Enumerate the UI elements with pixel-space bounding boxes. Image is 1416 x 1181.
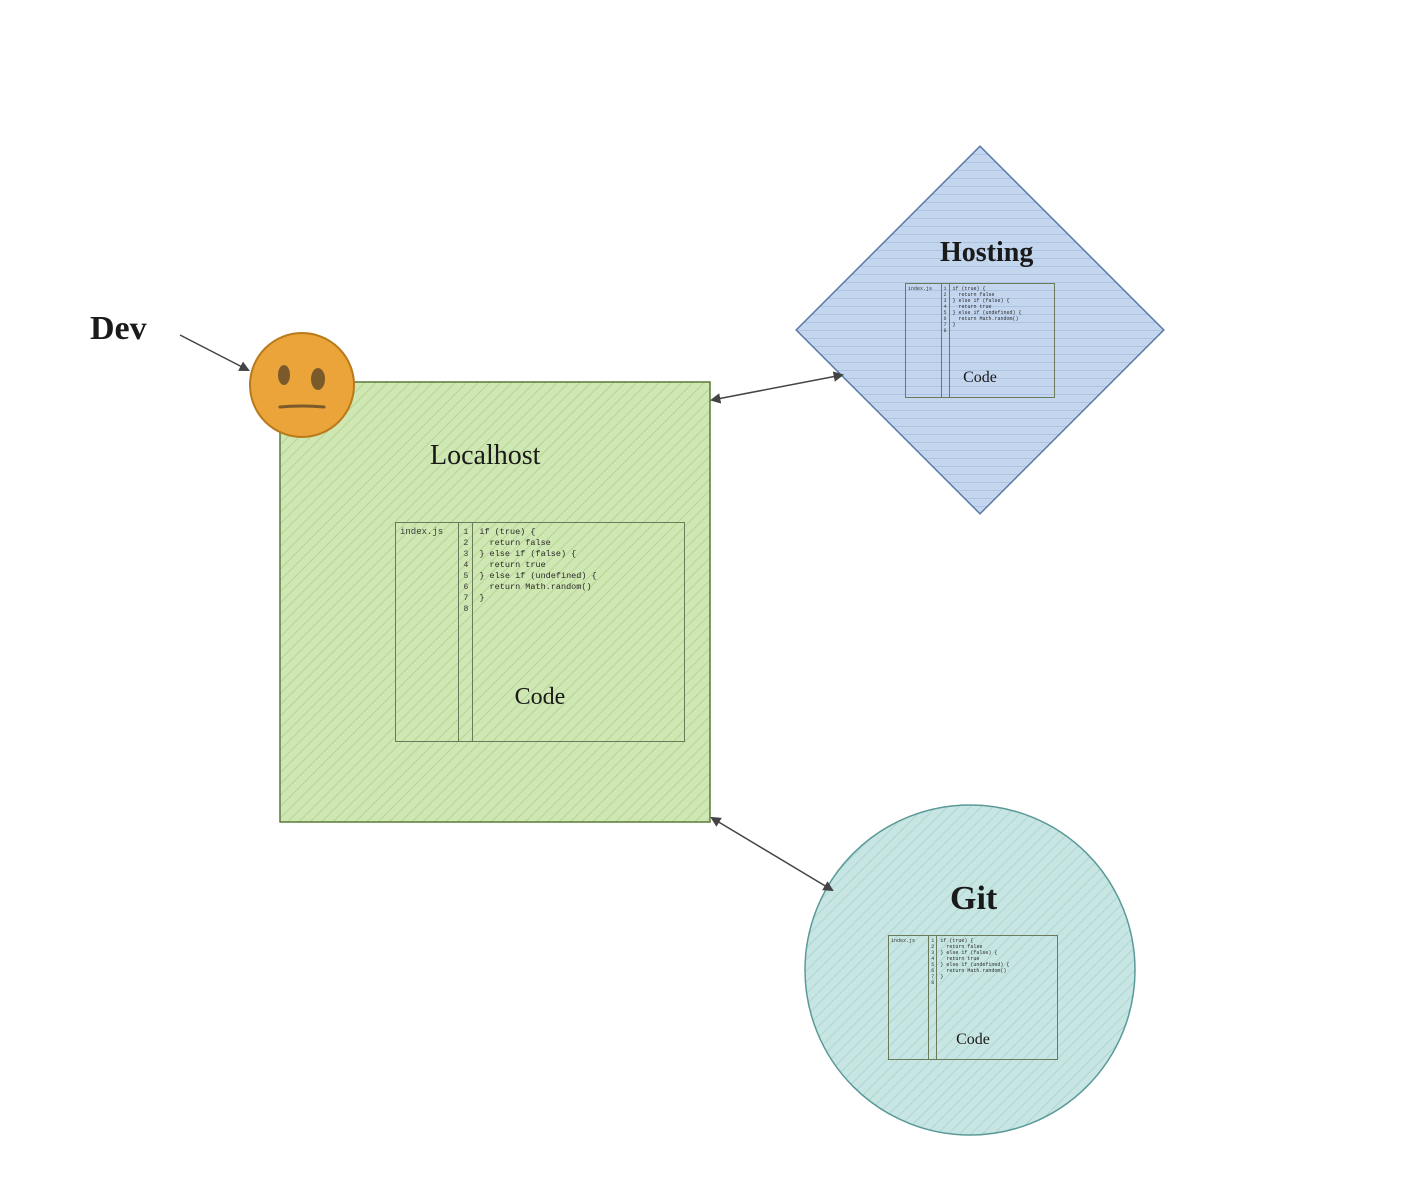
code-content: if (true) { return false } else if (fals… xyxy=(473,523,684,741)
diagram-svg xyxy=(0,0,1416,1176)
diagram-canvas: Dev Localhost Hosting Git index.js 1 2 3… xyxy=(0,0,1416,1176)
arrow-dev-to-face xyxy=(180,335,248,370)
code-caption: Code xyxy=(963,369,997,387)
code-card-hosting: index.js 1 2 3 4 5 6 7 8 if (true) { ret… xyxy=(905,283,1055,398)
hosting-label: Hosting xyxy=(940,237,1033,269)
code-caption: Code xyxy=(956,1031,990,1049)
code-line-numbers: 1 2 3 4 5 6 7 8 xyxy=(942,284,950,397)
code-line-numbers: 1 2 3 4 5 6 7 8 xyxy=(459,523,473,741)
code-filename: index.js xyxy=(889,936,929,1059)
dev-face-icon xyxy=(250,333,354,437)
code-caption: Code xyxy=(515,684,566,711)
localhost-label: Localhost xyxy=(430,440,540,472)
code-card-localhost: index.js 1 2 3 4 5 6 7 8 if (true) { ret… xyxy=(395,522,685,742)
arrow-localhost-git xyxy=(712,818,832,890)
git-label: Git xyxy=(950,880,997,918)
dev-label: Dev xyxy=(90,310,147,348)
code-filename: index.js xyxy=(396,523,459,741)
arrow-localhost-hosting xyxy=(712,375,842,400)
code-filename: index.js xyxy=(906,284,942,397)
code-card-git: index.js 1 2 3 4 5 6 7 8 if (true) { ret… xyxy=(888,935,1058,1060)
code-line-numbers: 1 2 3 4 5 6 7 8 xyxy=(929,936,937,1059)
